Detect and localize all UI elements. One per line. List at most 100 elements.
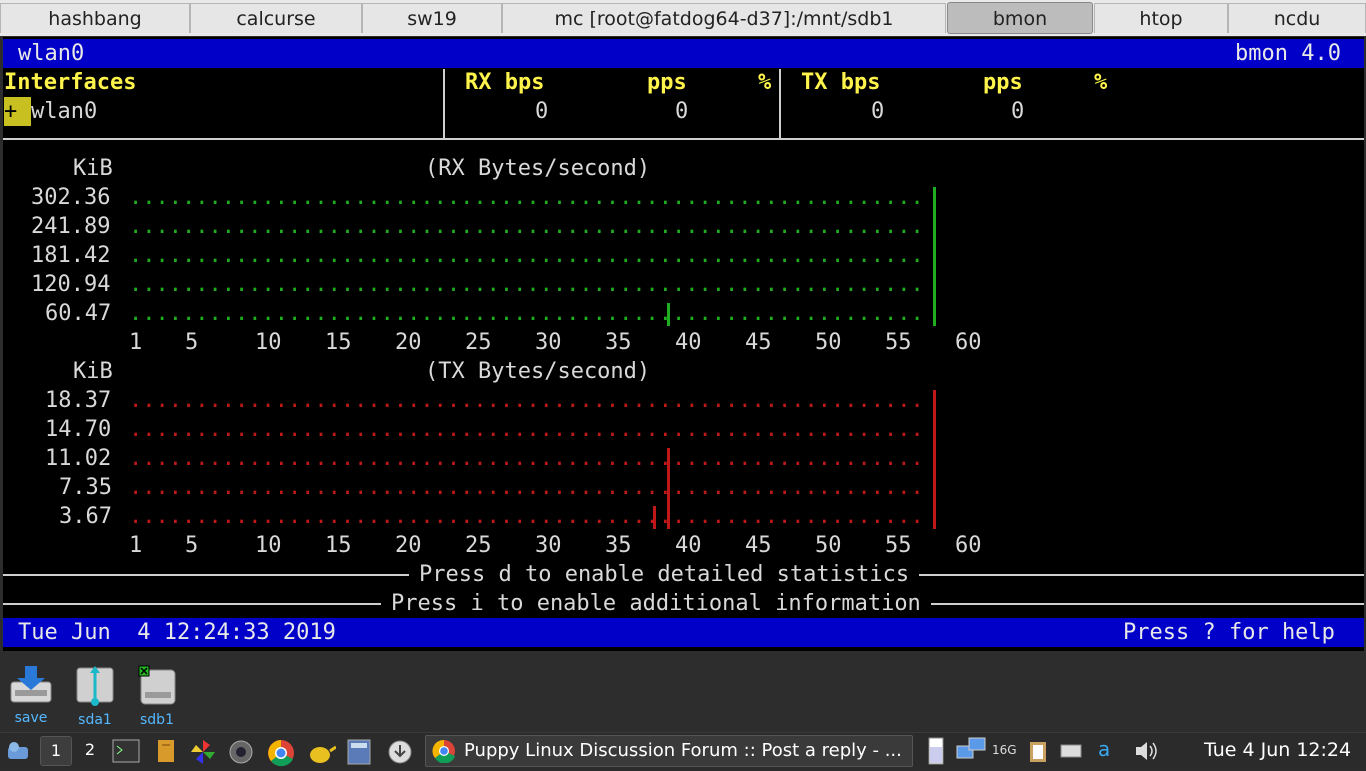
rx-graph-row: ........................................… <box>129 272 924 297</box>
workspace-2[interactable]: 2 <box>80 736 100 764</box>
memory-indicator[interactable]: 16G <box>992 743 1017 757</box>
tab-hashbang[interactable]: hashbang <box>0 3 190 33</box>
tab-bmon[interactable]: bmon <box>947 2 1093 34</box>
network-icon <box>956 737 986 759</box>
tab-mc[interactable]: mc [root@fatdog64-d37]:/mnt/sdb1 <box>502 3 946 33</box>
rx-y-tick-label: 181.42 <box>31 243 111 268</box>
desktop-icon-label: save <box>14 710 48 726</box>
keyboard-layout[interactable]: a <box>1098 737 1110 761</box>
rx-spike-bar <box>933 187 936 326</box>
desktop-icon-label: sda1 <box>78 712 112 728</box>
notes-launcher[interactable] <box>156 739 176 767</box>
tx-x-tick-label: 45 <box>745 533 772 558</box>
tx-graph-row: ........................................… <box>129 417 924 442</box>
interface-title: wlan0 <box>18 41 85 66</box>
save-icon <box>10 666 52 703</box>
tx-y-tick-label: 3.67 <box>59 504 112 529</box>
chrome-icon <box>432 739 455 763</box>
teapot-icon <box>310 745 337 763</box>
download-launcher[interactable] <box>387 739 413 769</box>
col-tx-bps: TX bps <box>801 70 881 95</box>
clipboard-icon <box>1030 742 1046 762</box>
tab-ncdu[interactable]: ncdu <box>1228 3 1366 33</box>
desktop: save sda1 sdb1 <box>0 652 1366 732</box>
rx-x-tick-label: 55 <box>885 330 912 355</box>
tx-graph-row: ........................................… <box>129 446 924 471</box>
terminal-screen[interactable]: wlan0 bmon 4.0 Interfaces RX bps pps % T… <box>3 37 1364 651</box>
tx-x-tick-label: 55 <box>885 533 912 558</box>
row-tx-pps: 0 <box>1011 99 1025 124</box>
network-indicator[interactable] <box>955 736 987 770</box>
tx-y-tick-label: 7.35 <box>59 475 112 500</box>
bmon-header-bar: wlan0 bmon 4.0 <box>3 39 1364 68</box>
calculator-icon <box>347 739 371 765</box>
col-interfaces: Interfaces <box>4 70 137 95</box>
calculator-launcher[interactable] <box>346 739 372 769</box>
rx-spike-bar <box>667 303 670 326</box>
rx-graph-title: (RX Bytes/second) <box>425 156 651 181</box>
tx-x-tick-label: 30 <box>535 533 562 558</box>
pinwheel-launcher[interactable] <box>190 739 216 769</box>
tab-sw19[interactable]: sw19 <box>362 3 502 33</box>
tx-spike-bar <box>667 448 670 529</box>
tab-htop[interactable]: htop <box>1094 3 1228 33</box>
taskbar-clock[interactable]: Tue 4 Jun 12:24 <box>1204 739 1351 761</box>
window-title: Puppy Linux Discussion Forum :: Post a r… <box>464 740 902 761</box>
desktop-icon-label: sdb1 <box>140 712 174 728</box>
rx-y-tick-label: 120.94 <box>31 272 111 297</box>
volume-control[interactable] <box>1134 739 1158 767</box>
desktop-icon-sdb1[interactable]: sdb1 <box>130 664 184 728</box>
tx-x-tick-label: 50 <box>815 533 842 558</box>
rx-y-tick-label: 60.47 <box>45 301 112 326</box>
rx-x-tick-label: 60 <box>955 330 982 355</box>
download-icon <box>388 740 412 764</box>
menu-button[interactable] <box>6 739 32 767</box>
tx-graph-row: ........................................… <box>129 388 924 413</box>
tx-spike-bar <box>653 506 656 529</box>
window-button-forum[interactable]: Puppy Linux Discussion Forum :: Post a r… <box>425 735 913 767</box>
clipboard-indicator[interactable] <box>1029 739 1047 767</box>
notebook-icon <box>158 740 174 762</box>
rx-unit: KiB <box>73 156 113 181</box>
workspace-1[interactable]: 1 <box>40 736 72 766</box>
tab-calcurse[interactable]: calcurse <box>190 3 362 33</box>
tx-x-tick-label: 25 <box>465 533 492 558</box>
table-divider <box>3 138 1364 140</box>
usb-drive-icon <box>76 666 114 706</box>
col-tx-pct: % <box>1094 70 1108 95</box>
taskbar: 1 2 Puppy Linux Discussion Forum :: Post… <box>0 732 1366 769</box>
hard-drive-icon <box>138 665 176 705</box>
rx-x-tick-label: 50 <box>815 330 842 355</box>
terminal-icon <box>112 739 140 763</box>
rx-y-tick-label: 302.36 <box>31 185 111 210</box>
tx-x-tick-label: 60 <box>955 533 982 558</box>
teapot-launcher[interactable] <box>306 739 337 769</box>
webcam-launcher[interactable] <box>228 739 254 769</box>
tx-y-tick-label: 14.70 <box>45 417 112 442</box>
rx-y-tick-label: 241.89 <box>31 214 111 239</box>
chrome-icon <box>268 740 294 767</box>
keyboard-indicator[interactable] <box>1060 743 1082 762</box>
hint-additional: Press i to enable additional information <box>381 589 931 618</box>
rx-x-tick-label: 5 <box>185 330 199 355</box>
rx-x-tick-label: 40 <box>675 330 702 355</box>
battery-icon <box>928 737 944 765</box>
desktop-icon-save[interactable]: save <box>4 664 58 726</box>
col-tx-pps: pps <box>983 70 1023 95</box>
col-rx-pps: pps <box>647 70 687 95</box>
desktop-icon-sda1[interactable]: sda1 <box>68 664 122 728</box>
row-interface-name: wlan0 <box>31 99 98 124</box>
battery-indicator[interactable] <box>928 737 944 769</box>
rx-x-tick-label: 20 <box>395 330 422 355</box>
rx-graph-row: ........................................… <box>129 243 924 268</box>
pinwheel-icon <box>191 740 215 764</box>
tx-y-tick-label: 11.02 <box>45 446 112 471</box>
tx-y-tick-label: 18.37 <box>45 388 112 413</box>
tx-x-tick-label: 5 <box>185 533 199 558</box>
rx-graph-row: ........................................… <box>129 185 924 210</box>
tx-unit: KiB <box>73 359 113 384</box>
row-rx-bps: 0 <box>535 99 549 124</box>
terminal-launcher[interactable] <box>112 739 140 767</box>
rx-x-tick-label: 30 <box>535 330 562 355</box>
chrome-launcher[interactable] <box>267 739 295 771</box>
